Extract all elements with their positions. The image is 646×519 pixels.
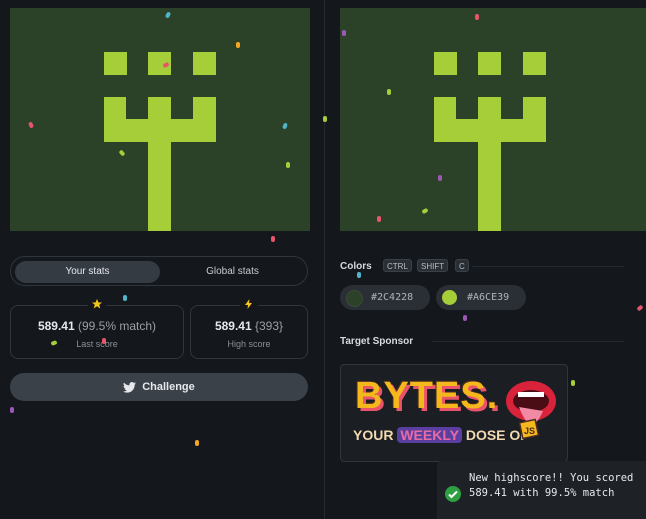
highscore-toast: New highscore!! You scored 589.41 with 9… — [437, 461, 646, 519]
swatch-hex: #A6CE39 — [467, 292, 510, 303]
panel-divider — [324, 0, 325, 519]
shortcut-key-ctrl: CTRL — [383, 259, 412, 272]
sponsor-logo-word: BYTES. — [355, 375, 499, 417]
challenge-label: Challenge — [142, 381, 195, 393]
color-swatch-dark[interactable]: #2C4228 — [340, 285, 430, 310]
swatch-hex: #2C4228 — [371, 292, 414, 303]
check-circle-icon — [445, 486, 461, 502]
mouth-mascot-icon: JS — [501, 377, 557, 453]
shortcut-key-shift: SHIFT — [417, 259, 449, 272]
high-score-label: High score — [227, 339, 271, 349]
high-score-card: 589.41 {393} High score — [190, 297, 308, 359]
last-score-label: Last score — [76, 339, 118, 349]
svg-text:JS: JS — [524, 426, 535, 436]
tab-your-stats[interactable]: Your stats — [15, 261, 160, 283]
star-icon — [88, 297, 106, 315]
stats-toggle: Your stats Global stats — [10, 256, 308, 286]
toast-message: New highscore!! You scored 589.41 with 9… — [469, 472, 634, 499]
swatch-dot — [442, 290, 457, 305]
shortcut-key-c: C — [455, 259, 469, 272]
last-score-value: 589.41 (99.5% match) — [37, 319, 157, 333]
sponsor-banner[interactable]: BYTES. YOUR WEEKLY DOSE OF JS — [340, 364, 568, 462]
last-score-card: 589.41 (99.5% match) Last score — [10, 297, 184, 359]
sponsor-rule — [432, 341, 624, 342]
lightning-icon — [240, 297, 258, 315]
colors-title: Colors — [340, 261, 372, 272]
high-score-value: 589.41 {393} — [214, 319, 284, 333]
target-preview — [340, 8, 646, 231]
sponsor-title: Target Sponsor — [340, 336, 414, 347]
colors-rule — [472, 266, 624, 267]
twitter-bird-icon — [123, 381, 137, 393]
color-swatch-light[interactable]: #A6CE39 — [436, 285, 526, 310]
output-preview — [10, 8, 310, 231]
challenge-button[interactable]: Challenge — [10, 373, 308, 401]
swatch-dot — [346, 290, 363, 307]
tab-global-stats[interactable]: Global stats — [160, 261, 305, 283]
